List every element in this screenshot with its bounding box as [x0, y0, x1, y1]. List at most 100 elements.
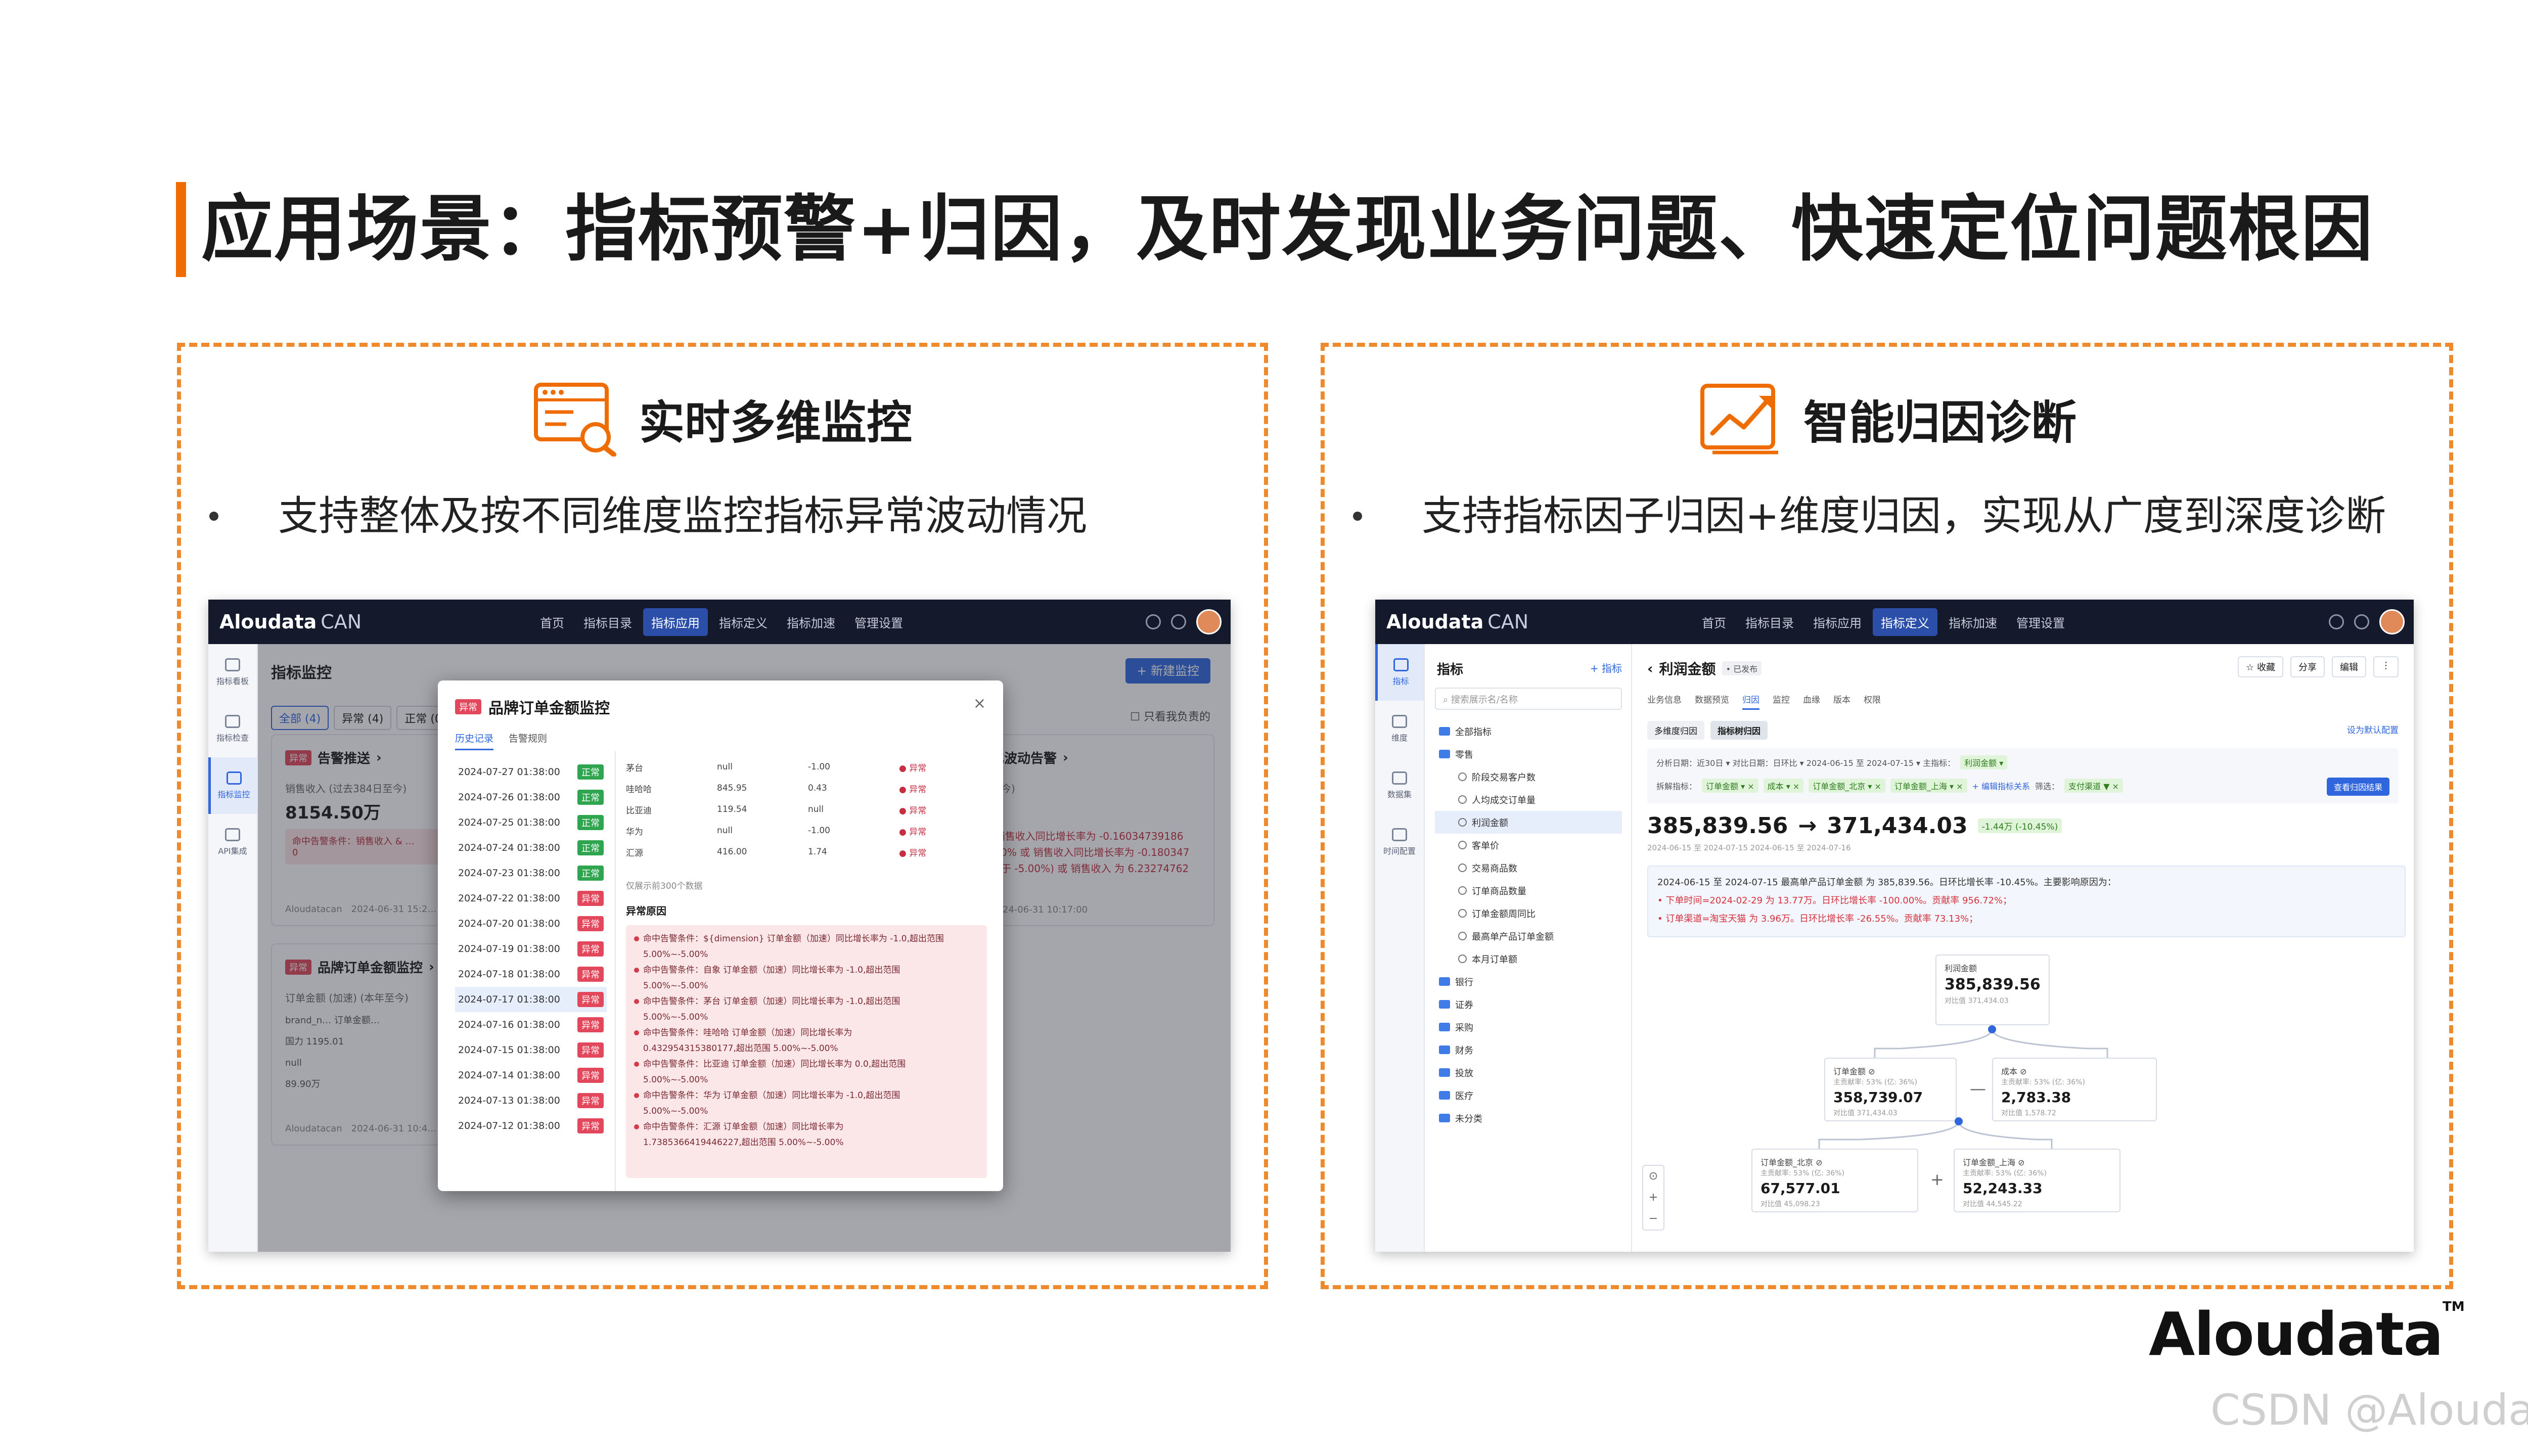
tree-node-order-amount[interactable]: 订单金额 ⊘ 主贡献率: 53% (亿: 36%) 358,739.07 对比值… [1824, 1058, 1957, 1121]
right-panel-heading: 智能归因诊断 [1803, 396, 2076, 449]
history-row[interactable]: 2024-07-15 01:38:00 异常 [455, 1037, 607, 1063]
sidebar-item-monitor[interactable]: 指标监控 [208, 757, 257, 814]
reason-box: 命中告警条件：${dimension} 订单金额（加速）同比增长率为 -1.0,… [626, 925, 987, 1178]
metric-icon [1458, 886, 1467, 895]
reason-line: 命中告警条件：${dimension} 订单金额（加速）同比增长率为 -1.0,… [634, 931, 979, 947]
nav-application[interactable]: 指标应用 [643, 608, 708, 636]
tree-folder[interactable]: 医疗 [1435, 1084, 1622, 1107]
history-row[interactable]: 2024-07-24 01:38:00 正常 [455, 835, 607, 860]
tree-node-cost[interactable]: 成本 ⊘ 主贡献率: 53% (亿: 36%) 2,783.38 对比值 1,5… [1992, 1058, 2157, 1121]
zoom-in-button[interactable]: + [1643, 1187, 1663, 1208]
top-nav: 首页 指标目录 指标应用 指标定义 指标加速 管理设置 [1694, 600, 2073, 644]
status-badge: 异常 [577, 941, 604, 957]
history-row[interactable]: 2024-07-12 01:38:00 异常 [455, 1113, 607, 1139]
history-row[interactable]: 2024-07-18 01:38:00 异常 [455, 962, 607, 987]
nav-acceleration[interactable]: 指标加速 [1940, 608, 2005, 636]
tree-node-beijing[interactable]: 订单金额_北京 ⊘ 主贡献率: 53% (亿: 36%) 67,577.01 对… [1751, 1149, 1918, 1212]
check-icon [225, 715, 240, 728]
tree-metric[interactable]: 人均成交订单量 [1435, 788, 1622, 811]
tree-folder[interactable]: 采购 [1435, 1016, 1622, 1038]
history-row[interactable]: 2024-07-13 01:38:00 异常 [455, 1088, 607, 1113]
sidebar-item-time[interactable]: 时间配置 [1375, 814, 1424, 871]
help-icon[interactable] [2354, 614, 2369, 629]
right-panel-header: 智能归因诊断 [1325, 378, 2449, 459]
expand-dot[interactable] [1988, 1025, 1996, 1033]
sidebar-item-metric[interactable]: 指标 [1375, 644, 1424, 701]
zoom-controls: ⊙ + − [1642, 1165, 1664, 1231]
folder-icon [1439, 1068, 1450, 1077]
help-icon[interactable] [1171, 614, 1186, 629]
tree-metric[interactable]: 阶段交易客户数 [1435, 765, 1622, 788]
table-row: 华为 null -1.00 ● 异常 [626, 826, 927, 837]
history-row[interactable]: 2024-07-22 01:38:00 异常 [455, 886, 607, 911]
app-topbar: Aloudata CAN 首页 指标目录 指标应用 指标定义 指标加速 管理设置 [1375, 600, 2414, 644]
tree-metric[interactable]: 最高单产品订单金额 [1435, 925, 1622, 947]
tree-folder[interactable]: 财务 [1435, 1038, 1622, 1061]
sidebar-item-dashboard[interactable]: 指标看板 [208, 644, 257, 701]
avatar[interactable] [1196, 609, 1222, 634]
avatar[interactable] [2379, 609, 2405, 634]
nav-home[interactable]: 首页 [1694, 608, 1734, 636]
sidebar-item-api[interactable]: API集成 [208, 814, 257, 871]
table-row: 汇源 416.00 1.74 ● 异常 [626, 847, 927, 858]
bell-icon[interactable] [1146, 614, 1161, 629]
reason-line: 5.00%~-5.00% [643, 949, 708, 960]
tree-metric[interactable]: 客单价 [1435, 834, 1622, 856]
tree-folder[interactable]: 未分类 [1435, 1107, 1622, 1129]
history-time: 2024-07-22 01:38:00 [458, 893, 560, 904]
tree-folder[interactable]: 证券 [1435, 993, 1622, 1016]
sidebar-item-dataset[interactable]: 数据集 [1375, 757, 1424, 814]
tree-metric[interactable]: 本月订单额 [1435, 947, 1622, 970]
nav-catalog[interactable]: 指标目录 [1737, 608, 1802, 636]
tree-folder[interactable]: 银行 [1435, 970, 1622, 993]
history-row[interactable]: 2024-07-23 01:38:00 正常 [455, 860, 607, 886]
history-row[interactable]: 2024-07-27 01:38:00 正常 [455, 759, 607, 785]
tree-folder[interactable]: 全部指标 [1435, 720, 1622, 743]
fit-icon[interactable]: ⊙ [1643, 1166, 1663, 1187]
attribution-app-window: Aloudata CAN 首页 指标目录 指标应用 指标定义 指标加速 管理设置 … [1375, 600, 2414, 1252]
tree-node-root[interactable]: 利润金额 385,839.56 对比值 371,434.03 [1935, 954, 2050, 1025]
history-row[interactable]: 2024-07-20 01:38:00 异常 [455, 911, 607, 936]
tree-metric[interactable]: 利润金额 [1435, 811, 1622, 834]
sidebar-item-check[interactable]: 指标检查 [208, 701, 257, 757]
tree-node-shanghai[interactable]: 订单金额_上海 ⊘ 主贡献率: 53% (亿: 36%) 52,243.33 对… [1954, 1149, 2120, 1212]
tree-metric[interactable]: 订单商品数量 [1435, 879, 1622, 902]
nav-definition[interactable]: 指标定义 [711, 608, 776, 636]
app-topbar: Aloudata CAN 首页 指标目录 指标应用 指标定义 指标加速 管理设置 [208, 600, 1231, 644]
nav-settings[interactable]: 管理设置 [846, 608, 911, 636]
tree-metric[interactable]: 交易商品数 [1435, 856, 1622, 879]
app-logo[interactable]: Aloudata CAN [219, 611, 362, 633]
table-row: 比亚迪 119.54 null ● 异常 [626, 804, 927, 816]
tree-folder[interactable]: 投放 [1435, 1061, 1622, 1084]
metric-icon [1458, 818, 1467, 827]
add-metric-button[interactable]: + 指标 [1590, 660, 1622, 675]
zoom-out-button[interactable]: − [1643, 1208, 1663, 1230]
history-row[interactable]: 2024-07-26 01:38:00 正常 [455, 785, 607, 810]
nav-acceleration[interactable]: 指标加速 [779, 608, 843, 636]
close-icon[interactable]: × [973, 695, 986, 712]
expand-dot[interactable] [1955, 1117, 1963, 1125]
history-row[interactable]: 2024-07-14 01:38:00 异常 [455, 1063, 607, 1088]
tree-folder[interactable]: 零售 [1435, 743, 1622, 765]
tree-metric[interactable]: 订单金额周同比 [1435, 902, 1622, 925]
bell-icon[interactable] [2329, 614, 2344, 629]
app-logo[interactable]: Aloudata CAN [1386, 611, 1528, 633]
history-row[interactable]: 2024-07-16 01:38:00 异常 [455, 1012, 607, 1037]
nav-application[interactable]: 指标应用 [1805, 608, 1870, 636]
history-row[interactable]: 2024-07-25 01:38:00 正常 [455, 810, 607, 835]
history-row[interactable]: 2024-07-17 01:38:00 异常 [455, 987, 607, 1012]
nav-home[interactable]: 首页 [532, 608, 572, 636]
nav-definition[interactable]: 指标定义 [1873, 608, 1937, 636]
status-badge: 异常 [577, 916, 604, 931]
history-time: 2024-07-16 01:38:00 [458, 1019, 560, 1030]
sidebar-item-dimension[interactable]: 维度 [1375, 701, 1424, 757]
nav-catalog[interactable]: 指标目录 [575, 608, 640, 636]
tab-history[interactable]: 历史记录 [455, 731, 494, 750]
tab-rules[interactable]: 告警规则 [509, 731, 547, 750]
modal-divider [615, 751, 616, 1191]
metric-search-input[interactable]: ⌕ 搜索展示名/名称 [1435, 688, 1622, 710]
table-row: 茅台 null -1.00 ● 异常 [626, 762, 927, 774]
history-row[interactable]: 2024-07-19 01:38:00 异常 [455, 936, 607, 962]
monitor-icon [226, 771, 242, 785]
nav-settings[interactable]: 管理设置 [2008, 608, 2073, 636]
